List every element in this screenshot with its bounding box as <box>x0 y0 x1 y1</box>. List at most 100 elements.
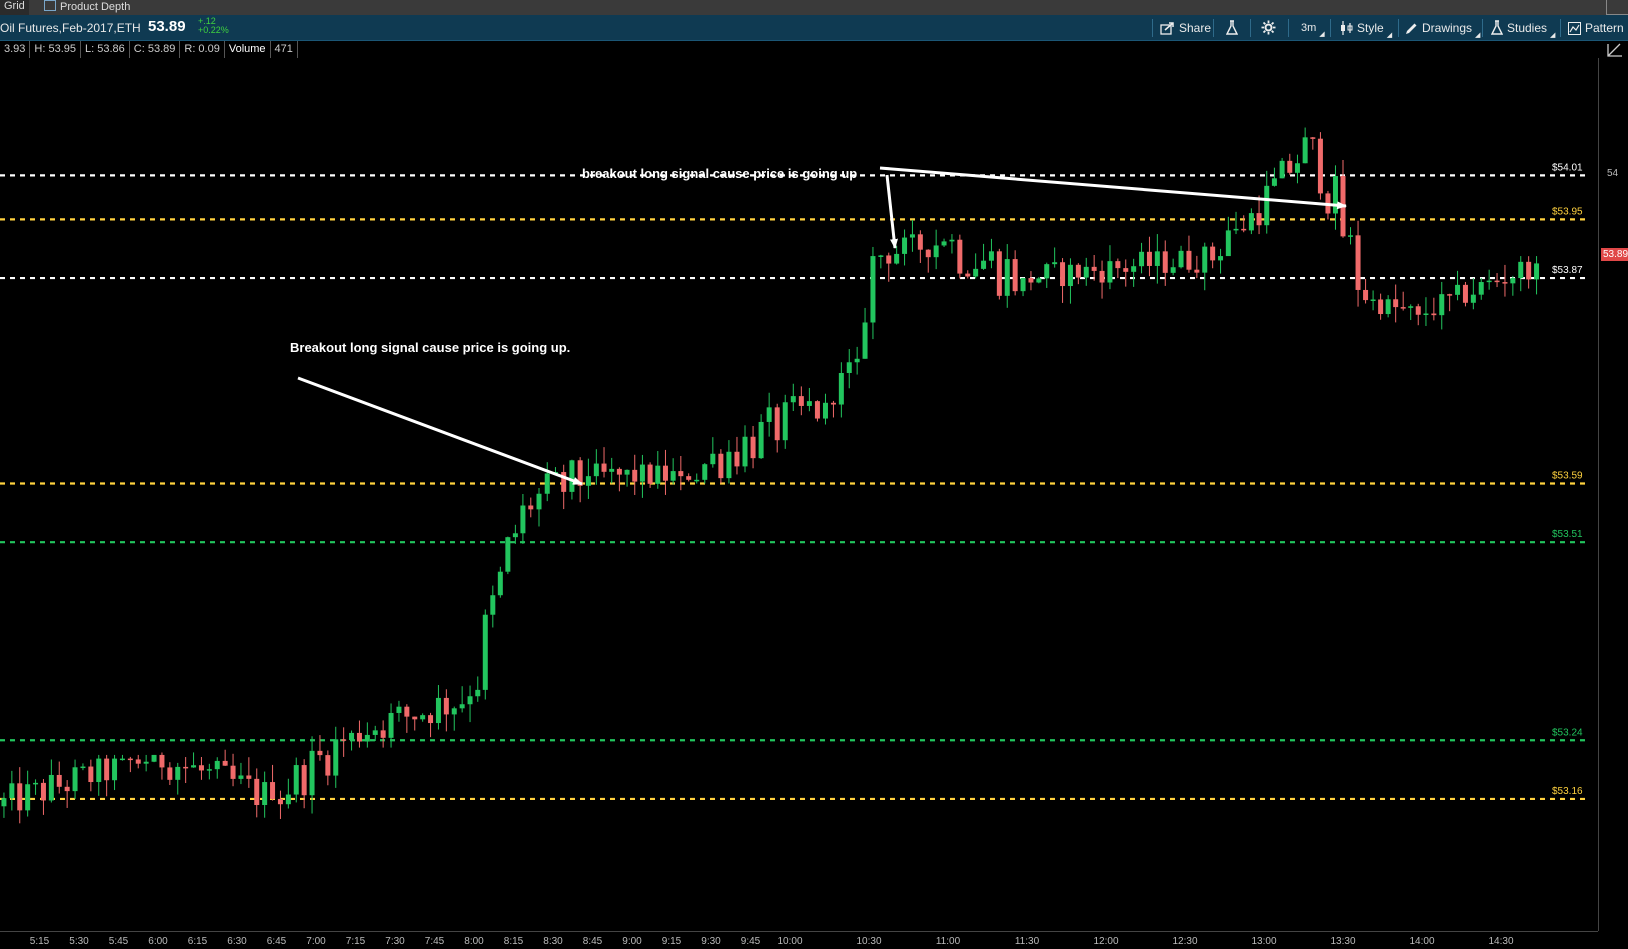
candle-body-85 <box>670 471 676 481</box>
candle-body-51 <box>404 706 410 717</box>
tab-product-depth[interactable]: Product Depth <box>40 0 134 15</box>
candle-body-37 <box>293 765 299 795</box>
window-restore-button[interactable] <box>1606 0 1628 15</box>
candle-body-19 <box>151 754 157 762</box>
candle-body-88 <box>694 479 700 482</box>
candle-body-176 <box>1385 299 1391 315</box>
x-tick-11: 8:00 <box>464 936 484 947</box>
candle-body-110 <box>870 256 876 323</box>
candle-body-118 <box>933 245 939 258</box>
candle-body-129 <box>1020 278 1026 292</box>
timeframe-label: 3m <box>1301 22 1317 34</box>
candle-body-58 <box>459 704 465 709</box>
candle-body-43 <box>341 739 347 741</box>
candle-style-icon <box>1341 21 1353 35</box>
dropdown-corner-icon: ◢ <box>1319 31 1325 38</box>
candle-body-34 <box>270 782 276 799</box>
style-label: Style <box>1357 21 1384 35</box>
candle-body-77 <box>609 468 615 472</box>
candle-body-178 <box>1400 307 1406 309</box>
candle-body-67 <box>528 505 534 510</box>
x-tick-0: 5:15 <box>30 936 50 947</box>
candle-body-52 <box>412 716 418 720</box>
toolbar-separator <box>1288 19 1289 37</box>
settings-button[interactable] <box>1261 20 1280 36</box>
x-tick-7: 7:00 <box>306 936 326 947</box>
candle-body-183 <box>1439 294 1445 316</box>
candle-body-156 <box>1233 228 1239 231</box>
candle-body-41 <box>325 755 331 776</box>
price-axis-panel[interactable]: 54 53.89 <box>1599 43 1628 931</box>
time-axis[interactable]: 5:15 5:30 5:45 6:00 6:15 6:30 6:45 7:00 7:15 7:30… <box>0 931 1598 949</box>
candle-body-123 <box>973 268 979 277</box>
annotation-top: breakout long signal cause price is goin… <box>582 166 857 181</box>
drawings-button[interactable]: Drawings◢ <box>1405 20 1480 39</box>
candle-body-180 <box>1415 306 1421 315</box>
x-tick-15: 9:00 <box>622 936 642 947</box>
ohlc-info-bar: 3.93 H: 53.95 L: 53.86 C: 53.89 R: 0.09 Volum… <box>0 41 298 58</box>
candle-body-92 <box>726 451 732 479</box>
price-change: +.12 +0.22% <box>198 17 229 35</box>
candle-body-100 <box>790 396 796 403</box>
volume-value: 471 <box>271 41 298 58</box>
axis-scale-icon[interactable] <box>1605 41 1625 59</box>
share-button[interactable]: Share <box>1160 20 1211 36</box>
candle-body-81 <box>639 464 645 482</box>
symbol-label[interactable]: Oil Futures,Feb-2017,ETH <box>0 21 141 35</box>
candle-body-173 <box>1363 289 1369 301</box>
candle-body-96 <box>758 421 764 459</box>
candle-body-147 <box>1162 251 1168 273</box>
candle-body-25 <box>198 765 204 771</box>
candle-body-17 <box>135 759 141 764</box>
x-tick-26: 13:30 <box>1330 936 1355 947</box>
tab-grid[interactable]: Grid <box>0 0 29 15</box>
candle-body-56 <box>443 697 449 715</box>
studies-button[interactable]: Studies◢ <box>1490 20 1555 39</box>
candle-body-184 <box>1447 294 1453 296</box>
candle-body-150 <box>1186 250 1192 270</box>
candle-body-174 <box>1370 299 1376 301</box>
candle-body-90 <box>710 453 716 465</box>
candle-body-44 <box>349 732 355 741</box>
x-tick-8: 7:15 <box>346 936 366 947</box>
style-button[interactable]: Style◢ <box>1340 20 1392 39</box>
candle-body-1 <box>9 783 15 799</box>
patterns-button[interactable]: Pattern <box>1568 20 1624 36</box>
level-label-5: $53.24 <box>1552 727 1583 738</box>
candle-body-99 <box>782 402 788 441</box>
candle-body-80 <box>632 469 638 482</box>
candle-body-159 <box>1256 213 1262 226</box>
x-tick-28: 14:30 <box>1488 936 1513 947</box>
x-tick-18: 9:45 <box>741 936 761 947</box>
candle-body-131 <box>1036 278 1042 283</box>
candle-body-91 <box>718 453 724 479</box>
flask-button[interactable] <box>1225 20 1242 36</box>
candle-body-116 <box>917 234 923 250</box>
volume-label[interactable]: Volume <box>225 41 271 58</box>
candle-body-104 <box>822 402 828 419</box>
candle-body-63 <box>497 571 503 596</box>
timeframe-button[interactable]: 3m◢ <box>1301 20 1325 38</box>
price-chart[interactable]: $54.01 $53.95 $53.87 $53.59 $53.51 $53.24 $53.… <box>0 58 1600 931</box>
candle-body-128 <box>1012 259 1018 292</box>
top-tab-bar: Grid Product Depth <box>0 0 1628 15</box>
candle-body-143 <box>1131 266 1137 272</box>
candle-body-115 <box>909 234 915 238</box>
candle-body-32 <box>254 778 260 806</box>
candle-body-15 <box>119 758 125 761</box>
candle-body-35 <box>277 798 283 805</box>
candle-body-161 <box>1271 178 1277 186</box>
candle-body-103 <box>814 401 820 419</box>
close-value: C: 53.89 <box>130 41 181 58</box>
low-value: L: 53.86 <box>81 41 130 58</box>
candle-body-121 <box>957 239 963 274</box>
candle-body-117 <box>925 249 931 258</box>
candle-body-124 <box>981 260 987 269</box>
candle-body-94 <box>742 436 748 467</box>
candle-body-135 <box>1067 264 1073 287</box>
candle-body-39 <box>309 750 315 796</box>
candle-body-98 <box>774 407 780 441</box>
candle-body-137 <box>1083 266 1089 278</box>
y-tick-54: 54 <box>1607 168 1619 179</box>
candle-body-164 <box>1294 163 1300 173</box>
